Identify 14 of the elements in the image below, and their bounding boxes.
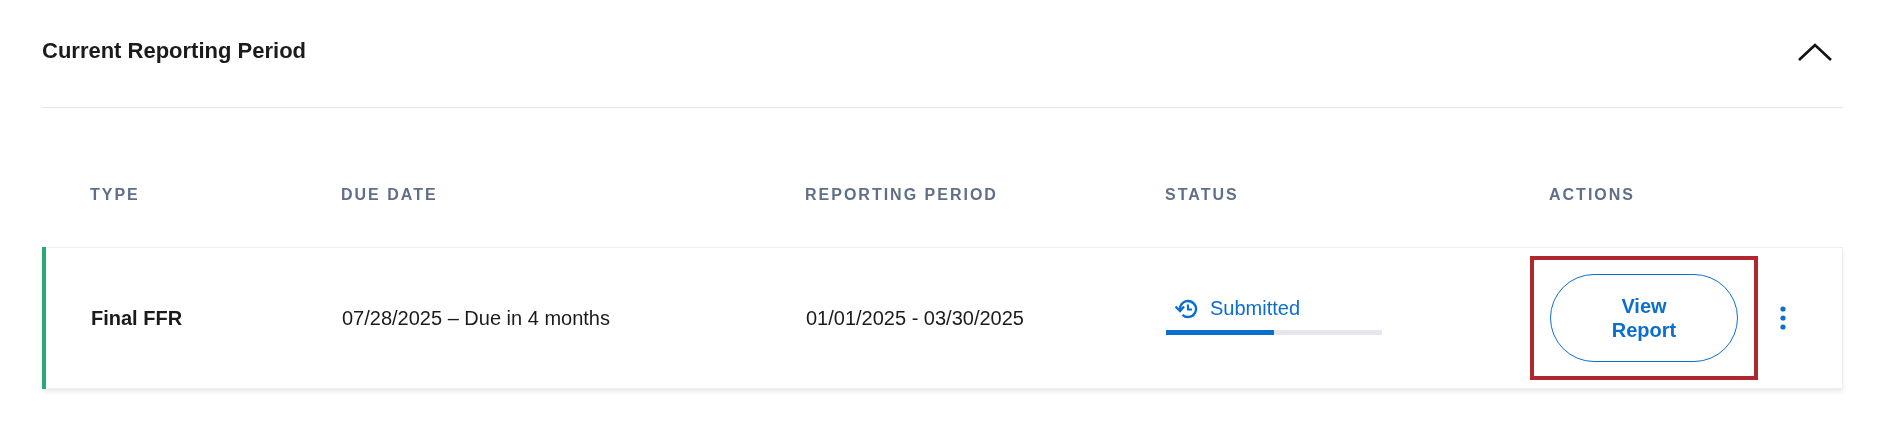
column-header: TYPE <box>90 186 140 204</box>
collapse-button[interactable] <box>1797 42 1833 62</box>
column-header: STATUS <box>1165 186 1239 204</box>
column-header: ACTIONS <box>1549 186 1635 204</box>
table-cell: 01/01/2025 - 03/30/2025 <box>806 306 1024 330</box>
table-cell: Final FFR <box>91 306 183 330</box>
column-header: REPORTING PERIOD <box>805 186 998 204</box>
table-cell: 07/28/2025 – Due in 4 months <box>342 306 610 330</box>
section-title: Current Reporting Period <box>42 38 306 64</box>
column-header: DUE DATE <box>341 186 438 204</box>
more-options-icon[interactable] <box>1780 306 1786 330</box>
status-text: Submitted <box>1210 297 1301 320</box>
history-icon <box>1174 297 1198 320</box>
view-report-button[interactable]: View Report <box>1550 274 1738 362</box>
